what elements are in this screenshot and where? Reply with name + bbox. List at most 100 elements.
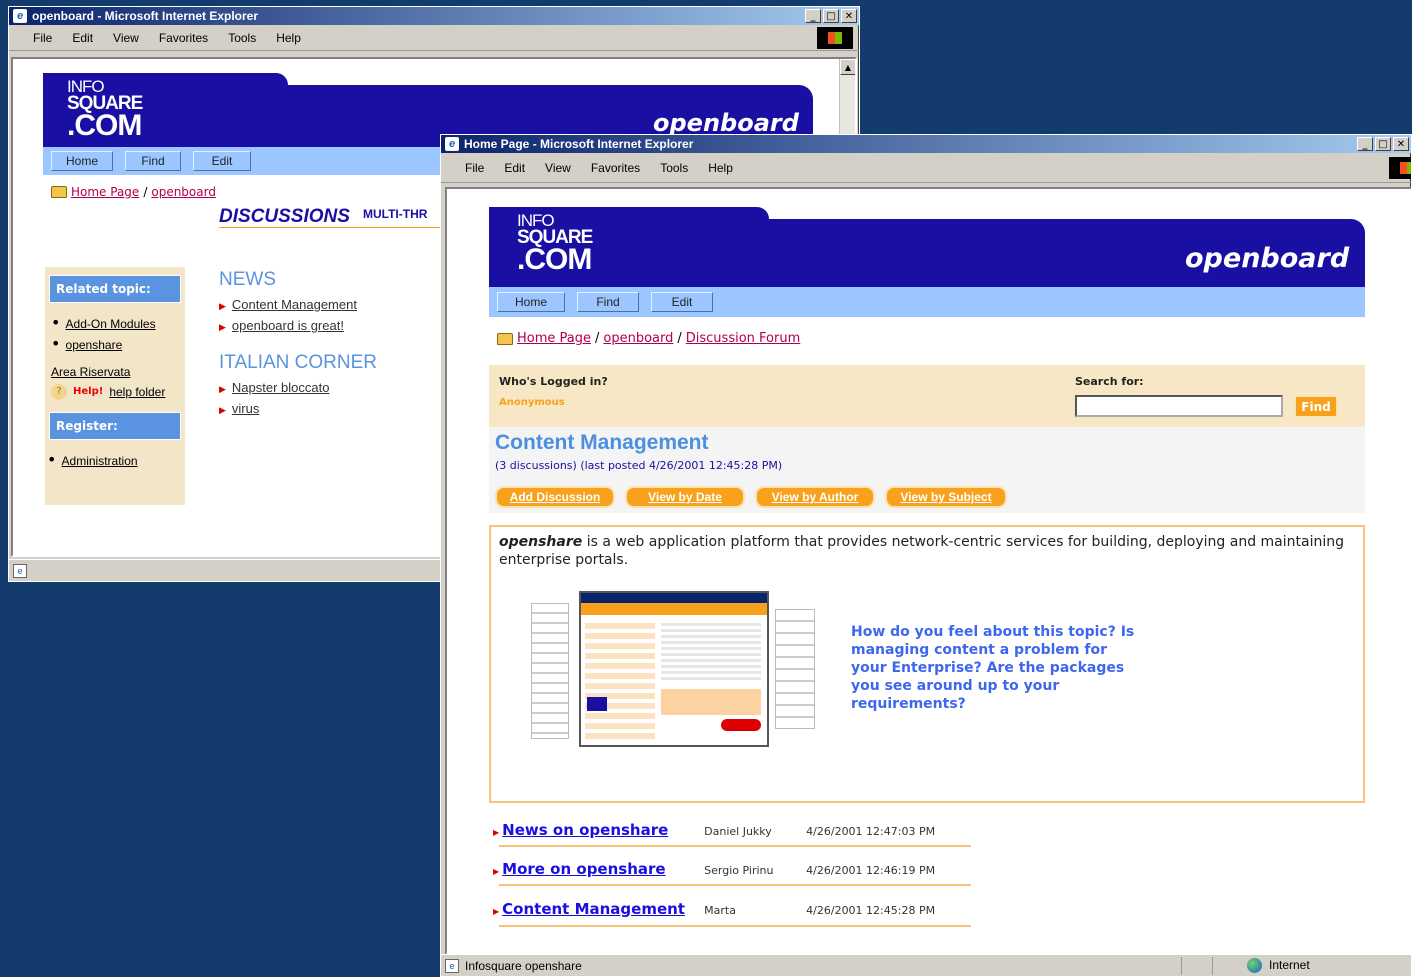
discussion-row[interactable]: ▶ Content Management Marta 4/26/2001 12:… xyxy=(493,900,935,918)
menu-tools[interactable]: Tools xyxy=(652,161,700,175)
menu-view[interactable]: View xyxy=(537,161,583,175)
menu-edit[interactable]: Edit xyxy=(64,31,105,45)
front-menu-bar: File Edit View Favorites Tools Help xyxy=(441,153,1411,183)
front-window-title: Home Page - Microsoft Internet Explorer xyxy=(464,137,694,151)
administration-link[interactable]: Administration xyxy=(62,454,138,468)
logged-in-label: Who's Logged in? xyxy=(499,375,608,388)
news-item[interactable]: ▶ Content Management xyxy=(219,297,357,312)
related-topic-header: Related topic: xyxy=(49,275,181,303)
ie-icon: e xyxy=(13,9,27,23)
nav-edit-button[interactable]: Edit xyxy=(193,151,251,171)
discussion-author: Marta xyxy=(704,904,736,917)
help-badge: Help! xyxy=(73,386,104,397)
discussion-title-link[interactable]: More on openshare xyxy=(502,860,704,878)
italian-corner-title: ITALIAN CORNER xyxy=(219,352,378,373)
nav-home-button[interactable]: Home xyxy=(51,151,113,171)
logged-in-user: Anonymous xyxy=(499,397,565,408)
nav-find-button[interactable]: Find xyxy=(577,292,639,312)
discussion-row[interactable]: ▶ More on openshare Sergio Pirinu 4/26/2… xyxy=(493,860,935,878)
menu-favorites[interactable]: Favorites xyxy=(583,161,652,175)
windows-logo-icon xyxy=(1389,157,1411,179)
back-title-bar[interactable]: e openboard - Microsoft Internet Explore… xyxy=(9,7,859,25)
openshare-link[interactable]: openshare xyxy=(66,338,123,352)
help-folder-link[interactable]: help folder xyxy=(109,382,165,402)
portal-screenshot-thumbnail xyxy=(531,591,821,751)
back-window-title: openboard - Microsoft Internet Explorer xyxy=(32,9,259,23)
menu-file[interactable]: File xyxy=(457,161,496,175)
area-riservata-link[interactable]: Area Riservata xyxy=(51,365,130,379)
folder-icon xyxy=(497,332,513,345)
front-breadcrumb: Home Page / openboard / Discussion Forum xyxy=(497,331,800,346)
page-status-icon: e xyxy=(13,563,27,578)
topic-title: Content Management xyxy=(495,431,709,454)
front-status-bar: e Infosquare openshare Internet xyxy=(441,954,1411,976)
discussion-row[interactable]: ▶ News on openshare Daniel Jukky 4/26/20… xyxy=(493,821,935,839)
view-by-date-button[interactable]: View by Date xyxy=(625,486,745,508)
add-discussion-button[interactable]: Add Discussion xyxy=(495,486,615,508)
discussion-date: 4/26/2001 12:46:19 PM xyxy=(806,864,936,877)
crumb-forum-link[interactable]: Discussion Forum xyxy=(686,331,800,346)
discussion-author: Sergio Pirinu xyxy=(704,864,774,877)
nav-home-button[interactable]: Home xyxy=(497,292,565,312)
news-section-title: NEWS xyxy=(219,269,276,290)
search-input[interactable] xyxy=(1075,395,1283,417)
italian-item[interactable]: ▶ Napster bloccato xyxy=(219,380,329,395)
front-browser-window[interactable]: e Home Page - Microsoft Internet Explore… xyxy=(440,134,1412,977)
find-button[interactable]: Find xyxy=(1295,396,1337,417)
search-label: Search for: xyxy=(1075,375,1144,388)
crumb-home-link[interactable]: Home Page xyxy=(71,185,139,199)
nav-find-button[interactable]: Find xyxy=(125,151,181,171)
discussion-title-link[interactable]: Content Management xyxy=(502,900,704,918)
menu-help[interactable]: Help xyxy=(268,31,313,45)
multi-thread-label: MULTI-THR xyxy=(363,207,428,221)
ie-icon: e xyxy=(445,137,459,151)
row-divider xyxy=(499,925,971,927)
discussion-author: Daniel Jukky xyxy=(704,825,772,838)
scroll-up-icon[interactable]: ▲ xyxy=(840,59,855,75)
windows-logo-icon xyxy=(817,27,853,49)
maximize-icon[interactable]: □ xyxy=(1375,137,1391,151)
minimize-icon[interactable]: _ xyxy=(1357,137,1373,151)
help-icon: ? xyxy=(51,384,67,400)
infosquare-logo: INFO SQUARE .COM xyxy=(517,211,593,277)
bullet-icon: ▶ xyxy=(493,907,500,916)
internet-zone-icon xyxy=(1247,958,1262,973)
close-icon[interactable]: ✕ xyxy=(841,9,857,23)
bullet-icon: ▶ xyxy=(493,867,500,876)
openboard-brand: openboard xyxy=(653,109,799,137)
menu-view[interactable]: View xyxy=(105,31,151,45)
menu-file[interactable]: File xyxy=(25,31,64,45)
topic-description: openshare is a web application platform … xyxy=(499,534,1344,568)
close-icon[interactable]: ✕ xyxy=(1393,137,1409,151)
topic-meta: (3 discussions) (last posted 4/26/2001 1… xyxy=(495,459,783,472)
front-nav-strip: Home Find Edit xyxy=(489,287,1365,317)
infosquare-logo: INFO SQUARE .COM xyxy=(67,77,143,143)
discussion-title-link[interactable]: News on openshare xyxy=(502,821,704,839)
crumb-openboard-link[interactable]: openboard xyxy=(151,185,216,199)
crumb-openboard-link[interactable]: openboard xyxy=(603,331,673,346)
register-header: Register: xyxy=(49,412,181,440)
front-title-bar[interactable]: e Home Page - Microsoft Internet Explore… xyxy=(441,135,1411,153)
nav-edit-button[interactable]: Edit xyxy=(651,292,713,312)
news-item[interactable]: ▶ openboard is great! xyxy=(219,318,344,333)
internet-zone-label: Internet xyxy=(1269,958,1310,972)
openboard-brand: openboard xyxy=(1185,243,1350,274)
view-by-subject-button[interactable]: View by Subject xyxy=(885,486,1007,508)
crumb-home-link[interactable]: Home Page xyxy=(517,331,591,346)
discussion-date: 4/26/2001 12:45:28 PM xyxy=(806,904,936,917)
status-text: Infosquare openshare xyxy=(465,958,582,973)
menu-edit[interactable]: Edit xyxy=(496,161,537,175)
addon-modules-link[interactable]: Add-On Modules xyxy=(66,317,156,331)
minimize-icon[interactable]: _ xyxy=(805,9,821,23)
menu-favorites[interactable]: Favorites xyxy=(151,31,220,45)
maximize-icon[interactable]: □ xyxy=(823,9,839,23)
view-by-author-button[interactable]: View by Author xyxy=(755,486,875,508)
front-page-viewport: INFO SQUARE .COM openboard Home Find Edi… xyxy=(445,187,1411,955)
discussions-underline xyxy=(219,227,459,228)
menu-help[interactable]: Help xyxy=(700,161,745,175)
discussion-date: 4/26/2001 12:47:03 PM xyxy=(806,825,936,838)
menu-tools[interactable]: Tools xyxy=(220,31,268,45)
back-sidebar: Related topic: • Add-On Modules • opensh… xyxy=(45,267,185,505)
topic-question: How do you feel about this topic? Is man… xyxy=(851,624,1135,712)
italian-item[interactable]: ▶ virus xyxy=(219,401,259,416)
